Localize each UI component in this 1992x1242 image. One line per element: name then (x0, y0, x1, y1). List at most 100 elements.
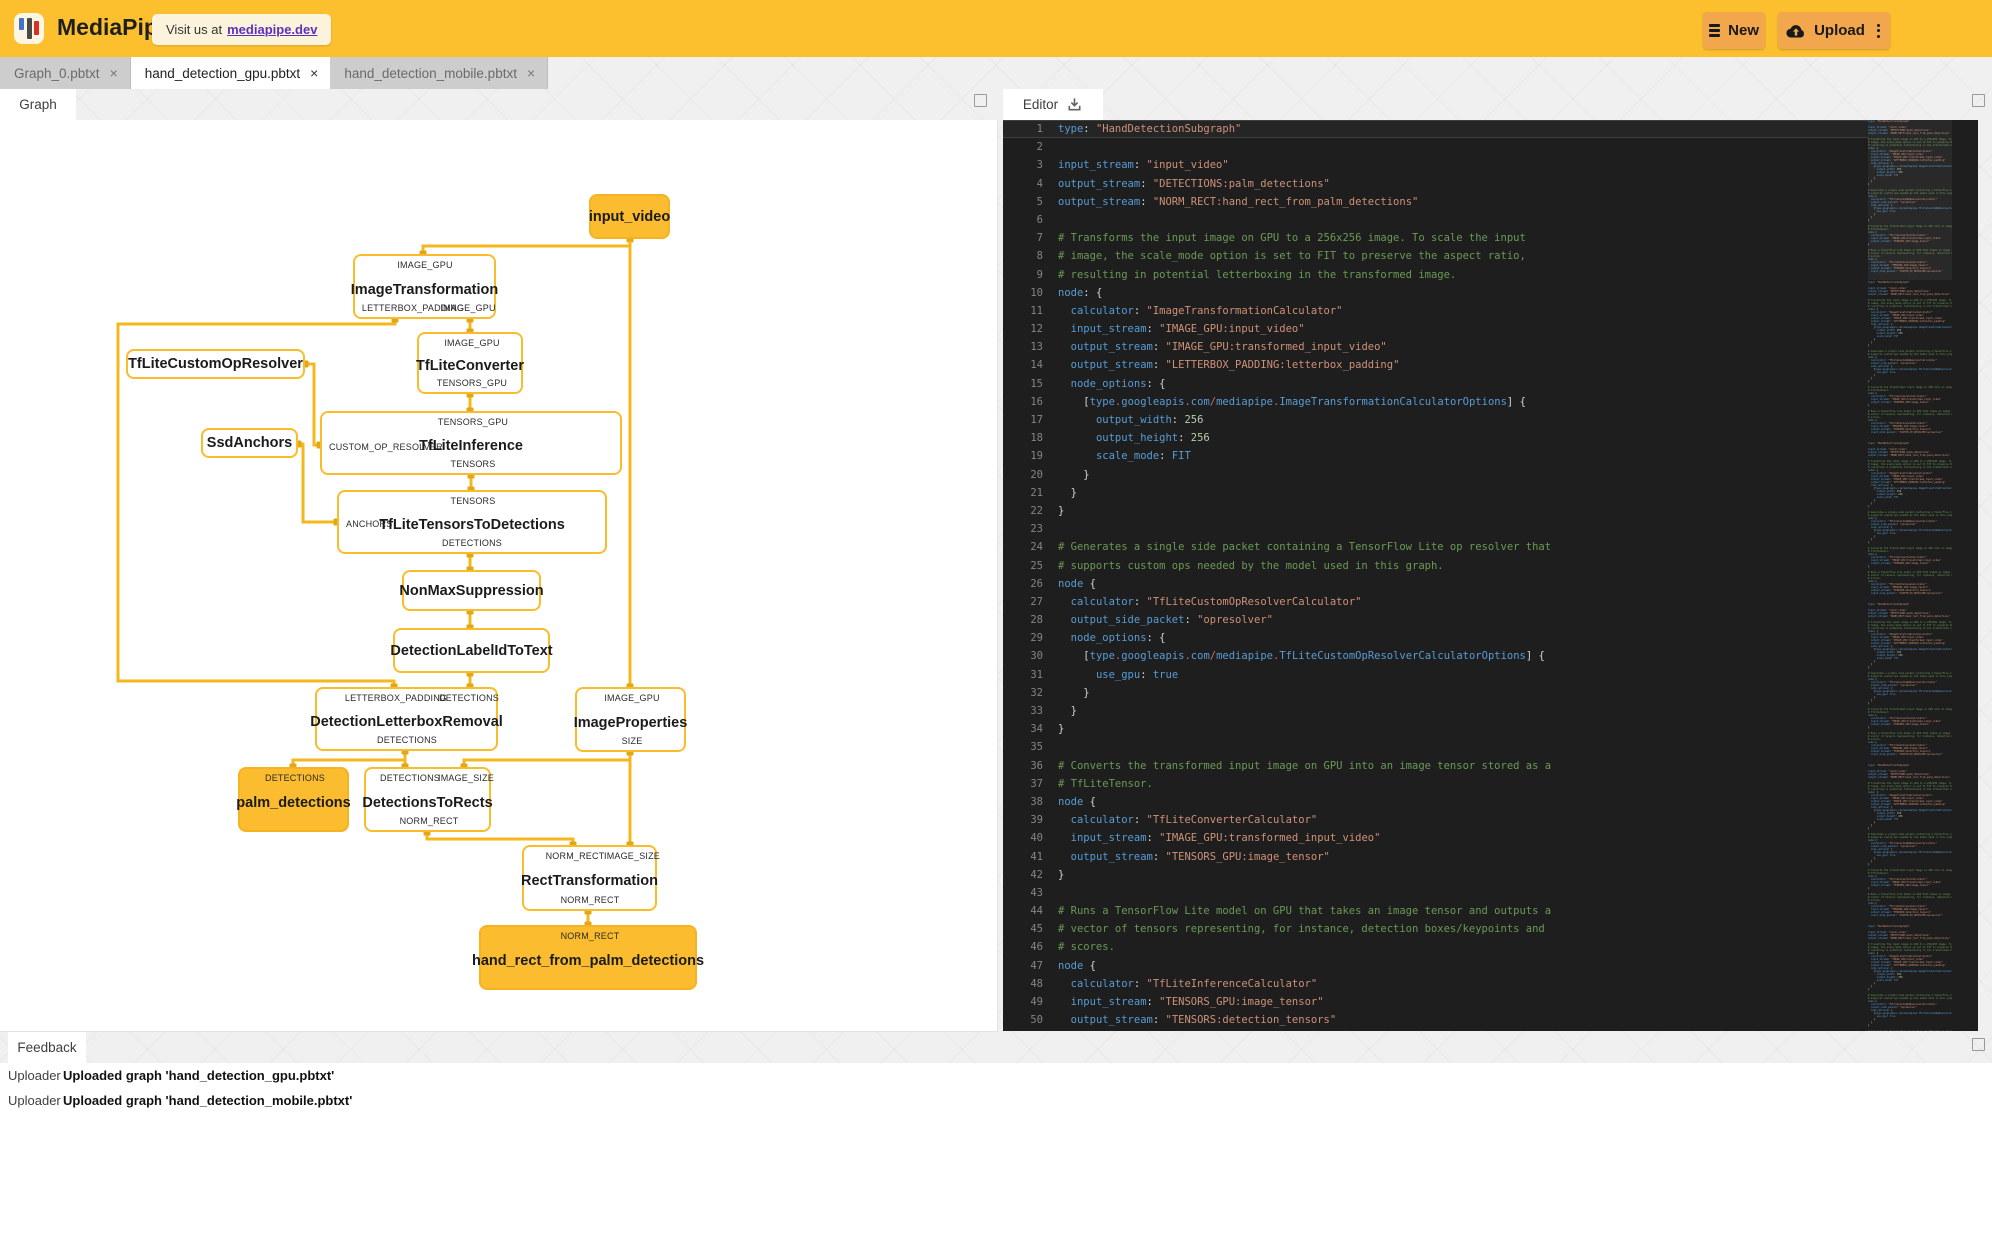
code-line[interactable]: 36 # Converts the transformed input image… (1003, 757, 1868, 775)
close-tab-icon[interactable]: × (525, 65, 537, 81)
more-options-icon[interactable] (1875, 22, 1882, 40)
graph-node-ImageProperties[interactable]: IMAGE_GPU SIZE ImageProperties (574, 687, 687, 752)
code-line[interactable]: 34} (1003, 720, 1868, 738)
code-line[interactable]: 2 (1003, 138, 1868, 156)
code-line[interactable]: 47 node { (1003, 957, 1868, 975)
code-line[interactable]: 12 input_stream: "IMAGE_GPU:input_video" (1003, 320, 1868, 338)
code-line[interactable]: 27 calculator: "TfLiteCustomOpResolverCa… (1003, 593, 1868, 611)
graph-node-TfLiteCustomOpResolver[interactable]: TfLiteCustomOpResolver (126, 349, 305, 379)
code-line[interactable]: 21 } (1003, 484, 1868, 502)
code-line[interactable]: 4 output_stream: "DETECTIONS:palm_detecti… (1003, 175, 1868, 193)
code-line[interactable]: 6 (1003, 211, 1868, 229)
download-icon[interactable] (1066, 96, 1083, 113)
close-tab-icon[interactable]: × (108, 65, 120, 81)
line-number: 46 (1030, 941, 1043, 954)
code-line[interactable]: 13 output_stream: "IMAGE_GPU:transformed… (1003, 338, 1868, 356)
code-line[interactable]: 30 [type.googleapis.com/mediapipe.TfLite… (1003, 647, 1868, 665)
code-area[interactable]: 1 type: "HandDetectionSubgraph" 2 3 input_st… (1003, 120, 1868, 1031)
code-line[interactable]: 14 output_stream: "LETTERBOX_PADDING:let… (1003, 356, 1868, 374)
code-line[interactable]: 33 } (1003, 702, 1868, 720)
code-line[interactable]: 11 calculator: "ImageTransformationCalcu… (1003, 302, 1868, 320)
code-line[interactable]: 10 node: { (1003, 284, 1868, 302)
code-line[interactable]: 44 # Runs a TensorFlow Lite model on GPU … (1003, 902, 1868, 920)
file-tab-hand_detection_gpu.pbtxt[interactable]: hand_detection_gpu.pbtxt × (130, 57, 331, 89)
code-line[interactable]: 49 input_stream: "TENSORS_GPU:image_tens… (1003, 993, 1868, 1011)
graph-node-TfLiteInference[interactable]: TENSORS_GPU TENSORS CUSTOM_OP_RESOLVER TfLi… (320, 411, 622, 475)
feedback-message: Uploaded graph 'hand_detection_gpu.pbtxt… (63, 1068, 335, 1083)
graph-node-TfLiteConverter[interactable]: IMAGE_GPU TENSORS_GPU TfLiteConverter (416, 332, 524, 394)
node-label: TfLiteTensorsToDetections (379, 517, 565, 533)
graph-node-RectTransformation[interactable]: NORM_RECT IMAGE_SIZE NORM_RECT RectTransfor… (521, 845, 660, 911)
line-number: 17 (1030, 414, 1043, 426)
code-line[interactable]: 3 input_stream: "input_video" (1003, 156, 1868, 174)
code-line[interactable]: 51 input_side_packet: "CUSTOM_OP_RESOLVE… (1003, 1029, 1868, 1031)
code-line[interactable]: 1 type: "HandDetectionSubgraph" (1003, 120, 1868, 139)
graph-node-palm_detections[interactable]: DETECTIONS palm_detections (236, 767, 351, 832)
editor-expand-icon[interactable] (1972, 94, 1985, 107)
code-line[interactable]: 16 [type.googleapis.com/mediapipe.ImageT… (1003, 393, 1868, 411)
code-line[interactable]: 7 # Transforms the input image on GPU to … (1003, 229, 1868, 247)
mediapipe-dev-link[interactable]: mediapipe.dev (227, 22, 317, 37)
code-line[interactable]: 40 input_stream: "IMAGE_GPU:transformed_… (1003, 829, 1868, 847)
graph-node-DetectionLetterboxRemoval[interactable]: LETTERBOX_PADDING DETECTIONS DETECTIONS Det… (310, 687, 503, 751)
code-line[interactable]: 18 output_height: 256 (1003, 429, 1868, 447)
code-line[interactable]: 35 (1003, 738, 1868, 756)
code-line[interactable]: 48 calculator: "TfLiteInferenceCalculato… (1003, 975, 1868, 993)
code-line[interactable]: 24 # Generates a single side packet conta… (1003, 538, 1868, 556)
line-number: 41 (1030, 850, 1043, 863)
feedback-expand-icon[interactable] (1972, 1038, 1985, 1051)
tab-editor[interactable]: Editor (1003, 89, 1103, 120)
code-line[interactable]: 29 node_options: { (1003, 629, 1868, 647)
graph-node-input_video[interactable]: input_video (589, 194, 670, 239)
code-line[interactable]: 8 # image, the scale_mode option is set t… (1003, 247, 1868, 265)
code-line[interactable]: 23 (1003, 520, 1868, 538)
node-label: ImageTransformation (350, 281, 499, 298)
code-line[interactable]: 25 # supports custom ops needed by the mo… (1003, 557, 1868, 575)
line-number: 38 (1030, 795, 1043, 808)
code-line[interactable]: 46 # scores. (1003, 938, 1868, 956)
code-line[interactable]: 37 # TfLiteTensor. (1003, 775, 1868, 793)
close-tab-icon[interactable]: × (308, 65, 320, 81)
code-line[interactable]: 26 node { (1003, 575, 1868, 593)
file-tab-Graph_0.pbtxt[interactable]: Graph_0.pbtxt × (0, 57, 131, 89)
file-tab-hand_detection_mobile.pbtxt[interactable]: hand_detection_mobile.pbtxt × (330, 57, 549, 89)
code-line[interactable]: 5 output_stream: "NORM_RECT:hand_rect_fro… (1003, 193, 1868, 211)
new-button[interactable]: New (1703, 12, 1765, 49)
code-line[interactable]: 19 scale_mode: FIT (1003, 447, 1868, 465)
graph-canvas[interactable]: input_video IMAGE_GPU LETTERBOX_PADDING IMA… (0, 120, 998, 1032)
code-line[interactable]: 9 # resulting in potential letterboxing i… (1003, 266, 1868, 284)
code-line[interactable]: 45 # vector of tensors representing, for … (1003, 920, 1868, 938)
code-line[interactable]: 31 use_gpu: true (1003, 666, 1868, 684)
minimap-slider[interactable] (1868, 120, 1952, 280)
code-line[interactable]: 41 output_stream: "TENSORS_GPU:image_ten… (1003, 848, 1868, 866)
code-line[interactable]: 38 node { (1003, 793, 1868, 811)
line-number: 31 (1030, 668, 1043, 681)
graph-expand-icon[interactable] (974, 94, 987, 107)
graph-node-ImageTransformation[interactable]: IMAGE_GPU LETTERBOX_PADDING IMAGE_GPU Image… (350, 254, 499, 319)
code-line[interactable]: 15 node_options: { (1003, 375, 1868, 393)
tab-graph[interactable]: Graph (0, 89, 76, 120)
code-line[interactable]: 28 output_side_packet: "opresolver" (1003, 611, 1868, 629)
upload-button[interactable]: Upload (1778, 12, 1890, 49)
code-editor[interactable]: 1 type: "HandDetectionSubgraph" 2 3 input_st… (1003, 120, 1978, 1031)
code-line[interactable]: 50 output_stream: "TENSORS:detection_ten… (1003, 1011, 1868, 1029)
graph-node-DetectionsToRects[interactable]: DETECTIONS IMAGE_SIZE NORM_RECT DetectionsT… (362, 767, 494, 832)
graph-node-DetectionLabelIdToText[interactable]: DetectionLabelIdToText (390, 628, 553, 673)
code-line[interactable]: 20 } (1003, 466, 1868, 484)
graph-node-TfLiteTensorsToDetections[interactable]: TENSORS DETECTIONS ANCHORS TfLiteTensorsToD… (337, 490, 607, 554)
cloud-upload-icon (1786, 24, 1805, 38)
tab-feedback[interactable]: Feedback (8, 1032, 86, 1063)
graph-node-hand_rect_from_palm_detections[interactable]: NORM_RECT hand_rect_from_palm_detections (472, 925, 704, 990)
code-line[interactable]: 43 (1003, 884, 1868, 902)
line-number: 49 (1030, 996, 1043, 1008)
graph-node-NonMaxSuppression[interactable]: NonMaxSuppression (399, 570, 544, 611)
code-line[interactable]: 17 output_width: 256 (1003, 411, 1868, 429)
code-line[interactable]: 42} (1003, 866, 1868, 884)
graph-node-SsdAnchors[interactable]: SsdAnchors (201, 428, 298, 458)
minimap[interactable]: type: "HandDetectionSubgraph" input_strea… (1868, 120, 1952, 1031)
code-line[interactable]: 32 } (1003, 684, 1868, 702)
feedback-tab-label: Feedback (17, 1040, 77, 1055)
code-line[interactable]: 39 calculator: "TfLiteConverterCalculato… (1003, 811, 1868, 829)
line-number: 22 (1030, 504, 1043, 517)
code-line[interactable]: 22} (1003, 502, 1868, 520)
